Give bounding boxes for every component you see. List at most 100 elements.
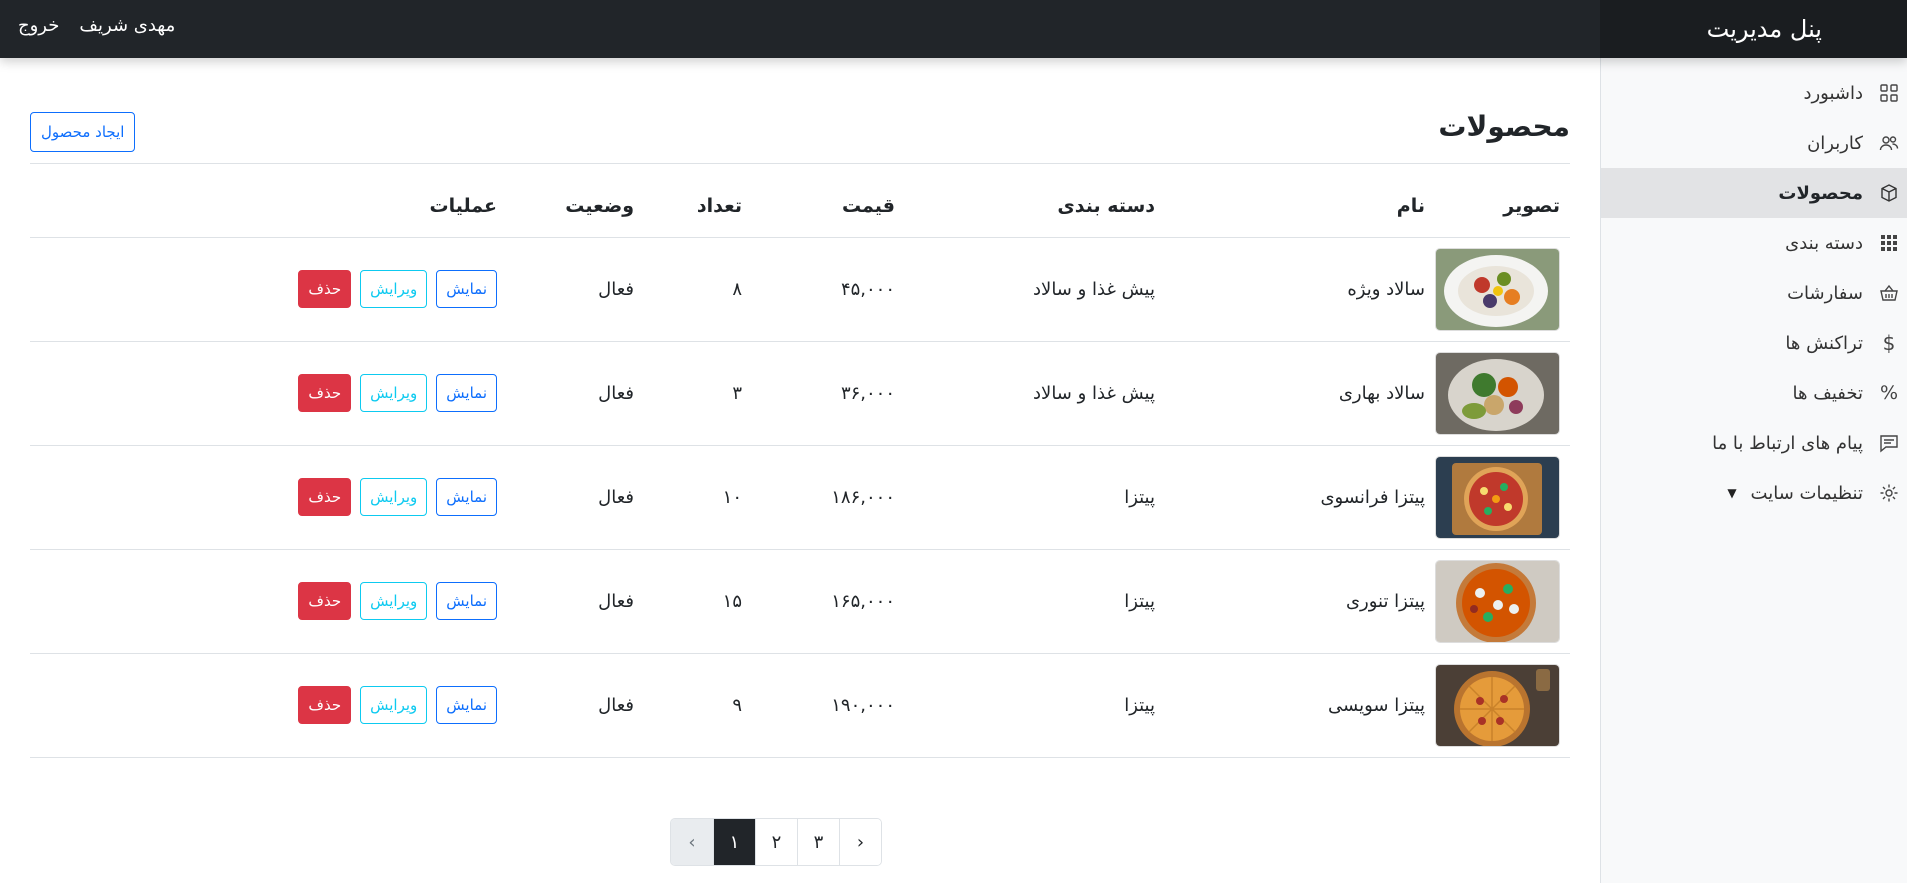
- show-button[interactable]: نمایش: [436, 582, 497, 620]
- edit-button[interactable]: ویرایش: [360, 686, 428, 724]
- logout-link[interactable]: خروج: [18, 15, 59, 36]
- edit-button[interactable]: ویرایش: [360, 270, 428, 308]
- grid-icon: [1877, 81, 1901, 105]
- sidebar-item-label: تراکنش ها: [1785, 332, 1863, 354]
- product-price: ۱۸۶,۰۰۰: [752, 445, 905, 550]
- product-image: [1435, 663, 1560, 747]
- column-header-quantity: تعداد: [644, 175, 752, 238]
- product-status: فعال: [507, 445, 644, 550]
- top-navbar: پنل مدیریت خروج مهدی شریف: [0, 0, 1907, 58]
- column-header-price: قیمت: [752, 175, 905, 238]
- product-price: ۱۶۵,۰۰۰: [752, 549, 905, 654]
- message-icon: [1877, 431, 1901, 455]
- sidebar-item-categories[interactable]: دسته بندی: [1601, 218, 1907, 268]
- delete-button[interactable]: حذف: [298, 582, 352, 620]
- show-button[interactable]: نمایش: [436, 270, 497, 308]
- sidebar-item-messages[interactable]: پیام های ارتباط با ما: [1601, 418, 1907, 468]
- product-image: [1435, 559, 1560, 643]
- sidebar-item-label: پیام های ارتباط با ما: [1712, 432, 1863, 454]
- product-quantity: ۳: [644, 341, 752, 446]
- brand-title[interactable]: پنل مدیریت: [1600, 0, 1907, 58]
- sidebar-item-label: تنظیمات سایت: [1750, 482, 1863, 504]
- row-actions: نمایش ویرایش حذف: [30, 478, 497, 516]
- sidebar-item-orders[interactable]: سفارشات: [1601, 268, 1907, 318]
- page-header: محصولات ایجاد محصول: [30, 110, 1570, 164]
- table-row: پیتزا تنوری پیتزا ۱۶۵,۰۰۰ ۱۵ فعال نمایش …: [30, 549, 1570, 654]
- delete-button[interactable]: حذف: [298, 686, 352, 724]
- sidebar: داشبورد کاربران محصولات دسته بندی سفارشا…: [1600, 58, 1907, 883]
- column-header-actions: عملیات: [30, 175, 507, 238]
- table-row: پیتزا فرانسوی پیتزا ۱۸۶,۰۰۰ ۱۰ فعال نمای…: [30, 445, 1570, 550]
- sidebar-item-transactions[interactable]: $ تراکنش ها: [1601, 318, 1907, 368]
- show-button[interactable]: نمایش: [436, 478, 497, 516]
- product-name: پیتزا فرانسوی: [1165, 445, 1435, 550]
- product-image: [1435, 351, 1560, 435]
- box-icon: [1877, 181, 1901, 205]
- sidebar-item-label: محصولات: [1778, 182, 1863, 204]
- row-actions: نمایش ویرایش حذف: [30, 374, 497, 412]
- apps-grid-icon: [1877, 231, 1901, 255]
- sidebar-item-users[interactable]: کاربران: [1601, 118, 1907, 168]
- product-quantity: ۱۵: [644, 549, 752, 654]
- pagination-page-1[interactable]: ۱: [713, 819, 755, 865]
- product-name: پیتزا سویسی: [1165, 653, 1435, 758]
- edit-button[interactable]: ویرایش: [360, 478, 428, 516]
- user-menu: خروج مهدی شریف: [18, 0, 175, 50]
- pagination-page-3[interactable]: ۳: [797, 819, 839, 865]
- column-header-category: دسته بندی: [905, 175, 1165, 238]
- table-header-row: تصویر نام دسته بندی قیمت تعداد وضعیت عمل…: [30, 175, 1570, 238]
- table-row: سالاد بهاری پیش غذا و سالاد ۳۶,۰۰۰ ۳ فعا…: [30, 341, 1570, 446]
- user-name[interactable]: مهدی شریف: [79, 15, 175, 36]
- show-button[interactable]: نمایش: [436, 686, 497, 724]
- caret-down-icon: ▼: [1727, 486, 1737, 500]
- delete-button[interactable]: حذف: [298, 478, 352, 516]
- column-header-image: تصویر: [1435, 175, 1570, 238]
- table-row: پیتزا سویسی پیتزا ۱۹۰,۰۰۰ ۹ فعال نمایش و…: [30, 653, 1570, 758]
- product-quantity: ۹: [644, 653, 752, 758]
- delete-button[interactable]: حذف: [298, 374, 352, 412]
- product-name: پیتزا تنوری: [1165, 549, 1435, 654]
- page-title: محصولات: [1438, 110, 1570, 143]
- sidebar-item-settings[interactable]: تنظیمات سایت ▼: [1601, 468, 1907, 518]
- edit-button[interactable]: ویرایش: [360, 582, 428, 620]
- product-category: پیش غذا و سالاد: [905, 237, 1165, 342]
- column-header-status: وضعیت: [507, 175, 644, 238]
- pagination-prev[interactable]: ‹: [671, 819, 713, 865]
- product-category: پیش غذا و سالاد: [905, 341, 1165, 446]
- products-table: تصویر نام دسته بندی قیمت تعداد وضعیت عمل…: [30, 175, 1570, 758]
- sidebar-item-label: سفارشات: [1787, 282, 1863, 304]
- row-actions: نمایش ویرایش حذف: [30, 582, 497, 620]
- row-actions: نمایش ویرایش حذف: [30, 270, 497, 308]
- sidebar-menu: داشبورد کاربران محصولات دسته بندی سفارشا…: [1601, 68, 1907, 518]
- delete-button[interactable]: حذف: [298, 270, 352, 308]
- product-status: فعال: [507, 653, 644, 758]
- create-product-button[interactable]: ایجاد محصول: [30, 112, 136, 152]
- product-name: سالاد بهاری: [1165, 341, 1435, 446]
- product-category: پیتزا: [905, 549, 1165, 654]
- basket-icon: [1877, 281, 1901, 305]
- sidebar-item-label: کاربران: [1807, 132, 1863, 154]
- product-image: [1435, 247, 1560, 331]
- product-price: ۱۹۰,۰۰۰: [752, 653, 905, 758]
- product-image: [1435, 455, 1560, 539]
- percent-icon: %: [1879, 382, 1899, 404]
- sidebar-item-discounts[interactable]: % تخفیف ها: [1601, 368, 1907, 418]
- show-button[interactable]: نمایش: [436, 374, 497, 412]
- pagination-page-2[interactable]: ۲: [755, 819, 797, 865]
- product-category: پیتزا: [905, 653, 1165, 758]
- gear-icon: [1877, 481, 1901, 505]
- product-status: فعال: [507, 341, 644, 446]
- product-price: ۴۵,۰۰۰: [752, 237, 905, 342]
- edit-button[interactable]: ویرایش: [360, 374, 428, 412]
- sidebar-item-label: داشبورد: [1803, 82, 1863, 104]
- sidebar-item-products[interactable]: محصولات: [1601, 168, 1907, 218]
- product-name: سالاد ویژه: [1165, 237, 1435, 342]
- product-status: فعال: [507, 237, 644, 342]
- sidebar-item-dashboard[interactable]: داشبورد: [1601, 68, 1907, 118]
- pagination-next[interactable]: ›: [839, 819, 881, 865]
- table-row: سالاد ویژه پیش غذا و سالاد ۴۵,۰۰۰ ۸ فعال…: [30, 237, 1570, 342]
- product-status: فعال: [507, 549, 644, 654]
- product-price: ۳۶,۰۰۰: [752, 341, 905, 446]
- product-category: پیتزا: [905, 445, 1165, 550]
- pagination: ‹ ۱ ۲ ۳ ›: [670, 818, 882, 866]
